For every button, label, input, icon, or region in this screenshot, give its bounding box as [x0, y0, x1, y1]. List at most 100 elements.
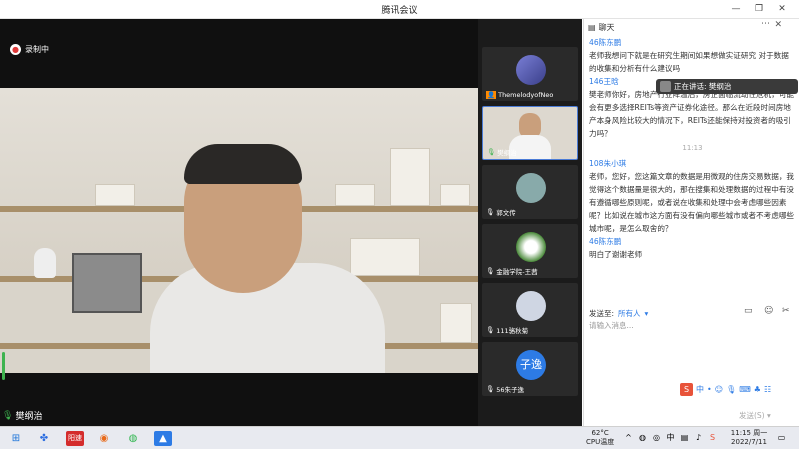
hair — [184, 144, 302, 184]
tencent-meeting-icon[interactable]: ▲ — [154, 431, 172, 446]
avatar — [660, 81, 671, 92]
avatar — [516, 55, 546, 85]
ime-punct-icon[interactable]: • — [707, 385, 712, 394]
ime-skin-icon[interactable]: ♣ — [754, 385, 761, 394]
book-stack — [440, 303, 472, 343]
cpu-temp: 62°C CPU温度 — [586, 429, 614, 447]
red-app-icon[interactable]: 阳速 — [66, 431, 84, 446]
notification-icon[interactable]: ▭ — [777, 433, 786, 442]
recording-label: 录制中 — [25, 45, 49, 54]
timestamp: 11:13 — [682, 144, 703, 152]
mic-icon: 🎙 — [2, 410, 14, 421]
taskbar: ⊞ ✤ 阳速 ◉ ◍ ▲ 62°C CPU温度 ^ ◍ ◎ 中 ▤ ♪ S 11… — [0, 426, 799, 449]
text-avatar: 子逸 — [516, 350, 546, 380]
window-title: 腾讯会议 — [381, 6, 418, 16]
participant-tile[interactable]: 👤 ThemelodyofNeo — [482, 47, 578, 101]
security-tray-icon[interactable]: ◎ — [652, 433, 661, 442]
close-chat-icon[interactable]: ✕ — [774, 20, 782, 30]
send-button[interactable]: 发送(S) ▾ — [739, 410, 771, 423]
ime-voice-icon[interactable]: 🎙 — [726, 385, 736, 394]
person-icon: 👤 — [486, 91, 497, 99]
participant-label: 🎙 111骆秋菊 — [486, 326, 529, 335]
participant-tile[interactable]: 🎙 金融学院-王茜 — [482, 224, 578, 278]
minimize-button[interactable]: — — [729, 2, 743, 16]
participant-tile[interactable]: 🎙 郭文传 — [482, 165, 578, 219]
temp-label: CPU温度 — [586, 438, 615, 446]
send-to-row: 发送至: 所有人 ▾ ▭ ☺ ✂ — [589, 306, 795, 320]
message-sender: 46陈东鹏 — [589, 237, 622, 246]
cloud-record-icon: ● — [10, 44, 21, 55]
wechat-tray-icon[interactable]: ◍ — [638, 433, 647, 442]
chevron-down-icon[interactable]: ▾ — [645, 309, 649, 318]
participant-label: 🎙 樊纲治 — [487, 148, 517, 157]
ime-chinese-icon[interactable]: 中 — [696, 384, 704, 395]
message-text: 樊老师你好，房地产行业降温后，房企面临流动性危机，可能会有更多选择REITs等资… — [589, 90, 795, 138]
chevron-down-icon[interactable]: ▾ — [767, 411, 771, 420]
network-icon[interactable]: ▤ — [680, 433, 689, 442]
participant-tile[interactable]: 🎙 111骆秋菊 — [482, 283, 578, 337]
ime-tray-icon[interactable]: 中 — [666, 433, 675, 442]
chat-panel: ▤ 聊天 ⋯ ✕ 46陈东鹏 老师我想问下就是在研究生期间如果想做实证研究 对于… — [583, 19, 799, 426]
chat-title: 聊天 — [598, 22, 615, 32]
volume-icon[interactable]: ♪ — [694, 433, 703, 442]
speaker-name-tag: 🎙 樊纲治 — [2, 409, 43, 423]
time: 11:15 周一 — [730, 429, 768, 437]
maximize-button[interactable]: ❐ — [752, 2, 766, 16]
main-video — [0, 88, 478, 373]
ime-toolbar: S 中 • ☺ 🎙 ⌨ ♣ ☷ — [680, 382, 798, 397]
send-to-select[interactable]: 所有人 — [618, 308, 641, 319]
message-sender: 108朱小琪 — [589, 159, 627, 168]
speaker-name: 樊纲治 — [15, 412, 43, 422]
message-list[interactable]: 46陈东鹏 老师我想问下就是在研究生期间如果想做实证研究 对于数据的收集和分析有… — [584, 36, 799, 306]
mic-muted-icon: 🎙 — [486, 208, 495, 216]
main-stage: ● 录制中 🎙 樊纲治 — [0, 19, 478, 426]
mic-muted-icon: 🎙 — [486, 326, 495, 334]
vase — [34, 248, 56, 278]
ime-emoji-icon[interactable]: ☺ — [715, 385, 723, 394]
participant-tile[interactable]: 子逸 🎙 56朱子逸 — [482, 342, 578, 396]
ime-keyboard-icon[interactable]: ⌨ — [739, 385, 751, 394]
windows-start-icon[interactable]: ⊞ — [8, 431, 24, 446]
firefox-icon[interactable]: ◉ — [96, 431, 112, 446]
title-bar: 腾讯会议 — ❐ ✕ — [0, 0, 799, 19]
mic-level-bar — [2, 352, 5, 380]
avatar — [516, 232, 546, 262]
mic-muted-icon: 🎙 — [486, 385, 495, 393]
speaker-figure — [150, 138, 400, 373]
sogou-ime-icon[interactable]: S — [680, 383, 693, 396]
chevron-up-icon[interactable]: ^ — [624, 433, 633, 442]
avatar — [516, 291, 546, 321]
date: 2022/7/11 — [731, 438, 767, 446]
participant-label: 🎙 56朱子逸 — [486, 385, 525, 394]
participant-label: 👤 ThemelodyofNeo — [486, 91, 554, 99]
ime-menu-icon[interactable]: ☷ — [764, 385, 771, 394]
recording-indicator[interactable]: ● 录制中 — [6, 41, 55, 58]
participant-label: 🎙 郭文传 — [486, 208, 516, 217]
message-text: 老师，您好，您这篇文章的数据是用微观的住房交易数据，我觉得这个数据量是很大的，那… — [589, 172, 795, 233]
chat-icon: ▤ — [588, 22, 596, 32]
now-speaking-banner: 正在讲话: 樊纲治 — [656, 79, 798, 94]
tv-screen — [72, 253, 142, 313]
temperature: 62°C — [591, 429, 609, 437]
message-sender: 46陈东鹏 — [589, 38, 622, 47]
participant-gallery: 👤 ThemelodyofNeo 🎙 樊纲治 🎙 郭文传 🎙 金融学院-王茜 🎙 111骆… — [478, 19, 582, 426]
screenshot-icon[interactable]: ✂ — [782, 306, 790, 316]
wechat-icon[interactable]: ◍ — [125, 431, 141, 446]
mic-muted-icon: 🎙 — [486, 267, 495, 275]
widgets-icon[interactable]: ✤ — [36, 431, 52, 446]
participant-label: 🎙 金融学院-王茜 — [486, 267, 538, 276]
avatar — [516, 173, 546, 203]
message-text: 老师我想问下就是在研究生期间如果想做实证研究 对于数据的收集和分析有什么建议吗 — [589, 51, 789, 73]
book-stack — [95, 184, 135, 206]
file-icon[interactable]: ▭ — [744, 306, 753, 316]
close-button[interactable]: ✕ — [775, 2, 789, 16]
more-icon[interactable]: ⋯ — [761, 19, 770, 29]
sogou-tray-icon[interactable]: S — [708, 433, 717, 442]
mic-icon: 🎙 — [487, 148, 496, 156]
clock[interactable]: 11:15 周一 2022/7/11 — [728, 429, 770, 447]
message-input[interactable]: 请输入消息... — [589, 320, 795, 380]
emoji-icon[interactable]: ☺ — [764, 306, 773, 316]
message-text: 明白了谢谢老师 — [589, 250, 643, 259]
participant-tile[interactable]: 🎙 樊纲治 — [482, 106, 578, 160]
now-speaking-text: 正在讲话: 樊纲治 — [674, 82, 732, 91]
